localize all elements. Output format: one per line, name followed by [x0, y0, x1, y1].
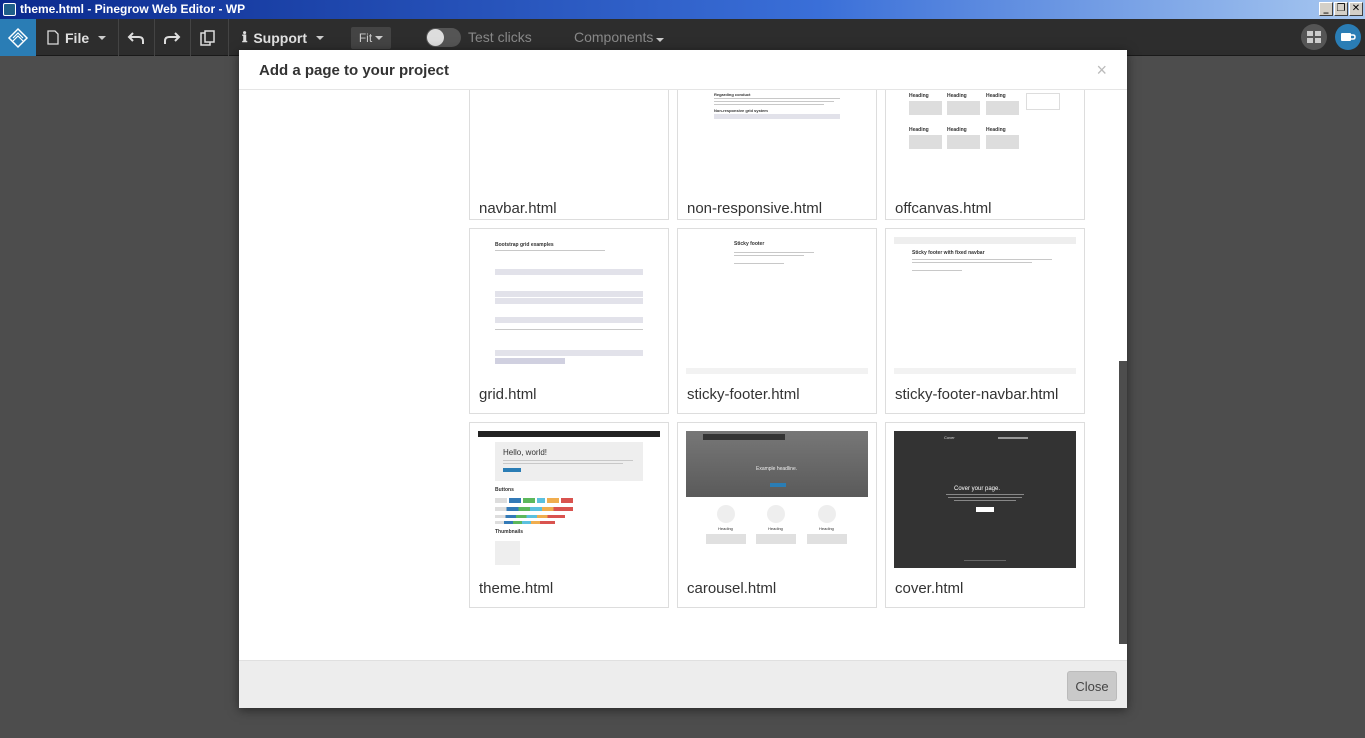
preview-heading: Bootstrap grid examples — [495, 242, 554, 248]
template-label: grid.html — [479, 386, 537, 403]
template-label: non-responsive.html — [687, 200, 823, 217]
modal-header: Add a page to your project × — [239, 50, 1127, 90]
support-menu-label: Support — [253, 29, 307, 46]
info-icon: ℹ — [242, 29, 248, 45]
template-label: cover.html — [895, 580, 964, 597]
close-icon[interactable]: × — [1096, 60, 1107, 81]
preview-heading: Heading — [909, 93, 929, 99]
coffee-icon — [1341, 33, 1356, 41]
template-label: navbar.html — [479, 200, 557, 217]
restore-icon[interactable]: ❐ — [1334, 2, 1348, 16]
preview-heading: Example headline. — [756, 466, 798, 472]
template-card-navbar[interactable]: navbar.html — [469, 90, 669, 220]
close-window-icon[interactable]: ✕ — [1349, 2, 1363, 16]
template-card-theme[interactable]: Hello, world! Buttons Thumbnails theme.h… — [469, 422, 669, 608]
components-menu-label: Components — [574, 29, 654, 45]
window-titlebar: theme.html - Pinegrow Web Editor - WP _ … — [0, 0, 1365, 19]
preview-heading: Heading — [819, 526, 834, 531]
window-title: theme.html - Pinegrow Web Editor - WP — [20, 2, 246, 16]
preview-text: Regarding conduct — [714, 92, 751, 97]
preview-heading: Heading — [947, 93, 967, 99]
add-page-modal: Add a page to your project × navbar.html… — [239, 50, 1127, 708]
modal-body: navbar.html Regarding conduct Non-respon… — [239, 90, 1127, 660]
preview-heading: Heading — [986, 127, 1006, 133]
template-card-sticky-footer-navbar[interactable]: Sticky footer with fixed navbar sticky-f… — [885, 228, 1085, 414]
preview-heading: Heading — [947, 127, 967, 133]
coffee-button[interactable] — [1335, 24, 1361, 50]
scrollbar-thumb[interactable] — [1119, 361, 1127, 644]
toolbar-divider — [228, 19, 229, 56]
grid-icon — [1307, 31, 1321, 43]
template-label: offcanvas.html — [895, 200, 992, 217]
preview-heading: Heading — [986, 93, 1006, 99]
preview-heading: Buttons — [495, 487, 514, 493]
template-card-grid[interactable]: Bootstrap grid examples grid.html — [469, 228, 669, 414]
template-card-cover[interactable]: Cover Cover your page. cover.html — [885, 422, 1085, 608]
chevron-down-icon — [98, 35, 107, 40]
app-icon — [3, 3, 16, 16]
toolbar-divider — [190, 19, 191, 56]
template-thumbnail: Regarding conduct Non-responsive grid sy… — [686, 90, 868, 173]
test-clicks-toggle[interactable] — [426, 28, 461, 47]
preview-heading: Cover — [944, 435, 955, 440]
template-label: sticky-footer.html — [687, 386, 800, 403]
file-menu[interactable]: File — [47, 19, 107, 56]
template-card-sticky-footer[interactable]: Sticky footer sticky-footer.html — [677, 228, 877, 414]
zoom-fit-label: Fit — [358, 31, 373, 45]
template-thumbnail: Hello, world! Buttons Thumbnails — [478, 431, 660, 568]
file-menu-label: File — [65, 29, 90, 46]
toolbar-divider — [118, 19, 119, 56]
preview-heading: Cover your page. — [954, 486, 1001, 492]
pinegrow-logo-icon[interactable] — [0, 19, 36, 56]
template-card-non-responsive[interactable]: Regarding conduct Non-responsive grid sy… — [677, 90, 877, 220]
template-thumbnail — [478, 90, 660, 99]
modal-scrollbar[interactable] — [1119, 90, 1127, 660]
toggle-knob — [427, 29, 444, 46]
file-icon — [47, 30, 59, 45]
template-thumbnail: Example headline. Heading Heading Headin… — [686, 431, 868, 568]
template-label: carousel.html — [687, 580, 777, 597]
preview-heading: Heading — [909, 127, 929, 133]
layout-button[interactable] — [1301, 24, 1327, 50]
redo-button[interactable] — [163, 19, 181, 56]
modal-footer: Close — [239, 660, 1127, 708]
template-thumbnail: Heading Heading Heading Heading Heading … — [894, 90, 1076, 173]
zoom-fit-dropdown[interactable]: Fit — [351, 27, 391, 49]
template-label: theme.html — [479, 580, 554, 597]
chevron-down-icon — [375, 36, 384, 40]
preview-heading: Sticky footer — [734, 241, 765, 247]
template-thumbnail: Sticky footer — [686, 237, 868, 374]
template-label: sticky-footer-navbar.html — [895, 386, 1059, 403]
undo-icon — [127, 31, 144, 44]
close-button[interactable]: Close — [1067, 671, 1117, 701]
template-card-offcanvas[interactable]: Heading Heading Heading Heading Heading … — [885, 90, 1085, 220]
template-card-carousel[interactable]: Example headline. Heading Heading Headin… — [677, 422, 877, 608]
modal-title: Add a page to your project — [259, 62, 450, 79]
copy-icon — [200, 29, 215, 46]
preview-heading: Heading — [768, 526, 783, 531]
toolbar-divider — [154, 19, 155, 56]
preview-heading: Sticky footer with fixed navbar — [912, 250, 985, 256]
preview-text: Non-responsive grid system — [714, 108, 768, 113]
chevron-down-icon — [656, 38, 665, 42]
template-thumbnail: Sticky footer with fixed navbar — [894, 237, 1076, 374]
undo-button[interactable] — [127, 19, 145, 56]
template-thumbnail: Cover Cover your page. — [894, 431, 1076, 568]
preview-heading: Heading — [718, 526, 733, 531]
preview-heading: Thumbnails — [495, 529, 524, 535]
preview-heading: Hello, world! — [503, 448, 548, 457]
template-thumbnail: Bootstrap grid examples — [478, 237, 660, 374]
minimize-icon[interactable]: _ — [1319, 2, 1333, 16]
window-controls: _ ❐ ✕ — [1319, 2, 1363, 16]
chevron-down-icon — [315, 35, 324, 40]
redo-icon — [164, 31, 181, 44]
copy-button[interactable] — [200, 19, 216, 56]
